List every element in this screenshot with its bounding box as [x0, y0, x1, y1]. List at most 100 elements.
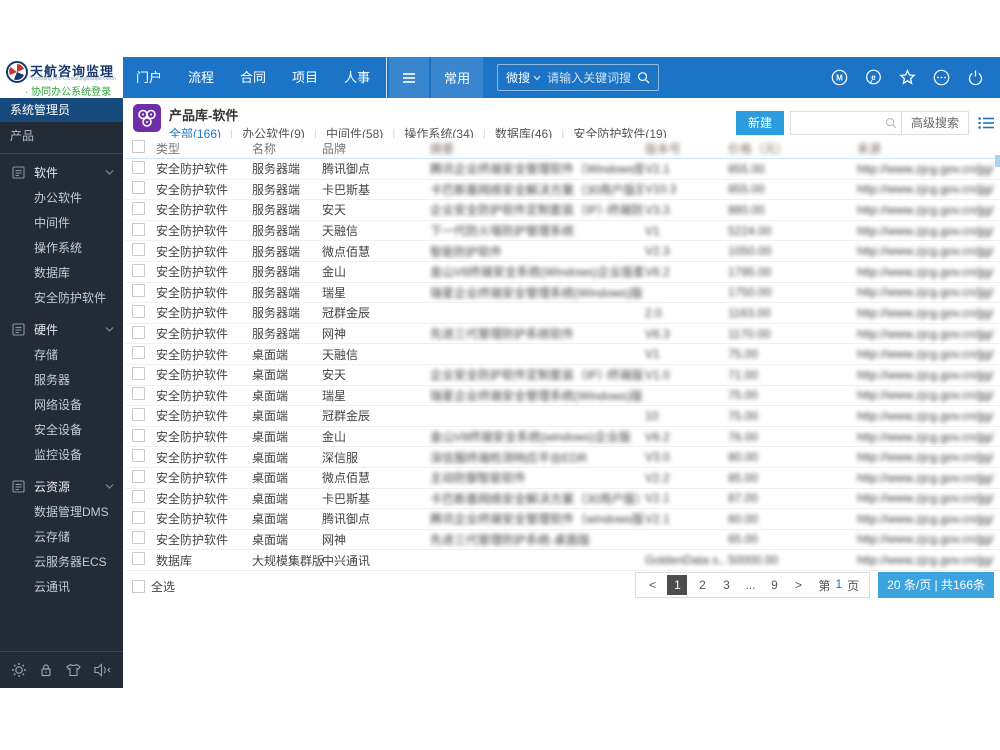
row-cell-5: V6.3 — [645, 326, 670, 341]
row-cell-4: 腾讯企业终端安全管理软件（windows版）V2.1版 — [430, 512, 643, 527]
row-cell-1: 安全防护软件 — [156, 327, 229, 342]
sidebar-section-1[interactable]: 硬件 — [0, 316, 123, 343]
row-cell-1: 安全防护软件 — [156, 450, 229, 465]
row-checkbox[interactable] — [132, 407, 145, 421]
row-checkbox[interactable] — [132, 346, 145, 360]
sidebar-divider — [0, 153, 123, 154]
speaker-icon[interactable] — [93, 662, 112, 678]
search-icon[interactable] — [637, 71, 650, 84]
page-1[interactable]: 1 — [667, 575, 688, 595]
row-checkbox[interactable] — [132, 160, 145, 174]
nav-item-3[interactable]: 项目 — [279, 57, 331, 98]
sidebar-item-product[interactable]: 产品 — [0, 122, 123, 151]
select-all-checkbox[interactable] — [132, 580, 145, 593]
sidebar: 系统管理员 产品 软件 办公软件 中间件 操作系统 数据库 安全防护软件 硬件 存储 服务器 网络… — [0, 98, 123, 688]
sidebar-item-1-2[interactable]: 网络设备 — [0, 393, 123, 418]
header-checkbox[interactable] — [132, 140, 145, 153]
scrollbar-thumb[interactable] — [995, 155, 1000, 167]
m-badge-icon[interactable]: M — [831, 69, 848, 86]
row-cell-7: http://www.zjcg.gov.cn/jjg/ — [857, 223, 994, 238]
sidebar-item-1-0[interactable]: 存储 — [0, 343, 123, 368]
table-row: 安全防护软件 桌面端 微点佰慧 主动防御智能软件 V2.2 85.00 http://www… — [125, 468, 1000, 489]
row-checkbox[interactable] — [132, 469, 145, 483]
row-cell-7: http://www.zjcg.gov.cn/jjg/ — [857, 408, 994, 423]
row-checkbox[interactable] — [132, 304, 145, 318]
table-search-icon[interactable] — [885, 117, 897, 129]
row-cell-1: 安全防护软件 — [156, 368, 229, 383]
row-cell-1: 安全防护软件 — [156, 162, 229, 177]
row-cell-4: 深信服终端检测响应平台EDR — [430, 450, 588, 465]
nav-item-1[interactable]: 流程 — [175, 57, 227, 98]
row-checkbox[interactable] — [132, 325, 145, 339]
page-9[interactable]: 9 — [768, 578, 780, 592]
table-search-input[interactable] — [790, 114, 885, 132]
sidebar-item-0-1[interactable]: 中间件 — [0, 211, 123, 236]
new-button[interactable]: 新建 — [735, 111, 784, 135]
row-checkbox[interactable] — [132, 366, 145, 380]
row-cell-2: 桌面端 — [252, 347, 289, 362]
sidebar-item-2-3[interactable]: 云通讯 — [0, 575, 123, 600]
row-cell-4: 主动防御智能软件 — [430, 471, 527, 486]
sidebar-item-0-3[interactable]: 数据库 — [0, 261, 123, 286]
page-prev[interactable]: < — [646, 578, 658, 592]
e-chat-icon[interactable]: e — [865, 69, 882, 86]
sidebar-item-2-1[interactable]: 云存储 — [0, 525, 123, 550]
sidebar-item-0-2[interactable]: 操作系统 — [0, 236, 123, 261]
row-checkbox[interactable] — [132, 263, 145, 277]
row-checkbox-cell — [125, 201, 151, 218]
theme-shirt-icon[interactable] — [65, 662, 82, 678]
row-checkbox[interactable] — [132, 284, 145, 298]
row-checkbox-cell — [125, 263, 151, 280]
list-view-icon[interactable] — [978, 116, 994, 130]
page-jump: 第1页 — [818, 577, 859, 594]
select-all[interactable]: 全选 — [132, 578, 175, 595]
sidebar-item-2-2[interactable]: 云服务器ECS — [0, 550, 123, 575]
sidebar-item-1-1[interactable]: 服务器 — [0, 368, 123, 393]
row-checkbox[interactable] — [132, 387, 145, 401]
sidebar-item-0-0[interactable]: 办公软件 — [0, 186, 123, 211]
sidebar-item-0-4[interactable]: 安全防护软件 — [0, 286, 123, 311]
nav-item-pinned[interactable]: 常用 — [431, 57, 484, 98]
row-cell-4: 金山V8终端安全系统(windows)企业版 — [430, 430, 631, 445]
row-checkbox[interactable] — [132, 243, 145, 257]
page-size-badge: 20 条/页 | 共166条 — [878, 572, 994, 598]
star-icon[interactable] — [899, 69, 916, 86]
advanced-search-button[interactable]: 高级搜索 — [900, 112, 968, 134]
nav-item-0[interactable]: 门户 — [123, 57, 175, 98]
table-row: 安全防护软件 服务器端 金山 金山V8终端安全系统(Windows)企业版套装 V6.2… — [125, 262, 1000, 283]
gear-icon[interactable] — [11, 662, 27, 678]
page-2[interactable]: 2 — [696, 578, 708, 592]
sidebar-sections: 软件 办公软件 中间件 操作系统 数据库 安全防护软件 硬件 存储 服务器 网络设备 安全设备 监控设… — [0, 159, 123, 600]
row-checkbox[interactable] — [132, 490, 145, 504]
row-checkbox-cell — [125, 407, 151, 424]
sidebar-item-1-3[interactable]: 安全设备 — [0, 418, 123, 443]
page-jump-number[interactable]: 1 — [835, 577, 842, 594]
row-cell-1: 安全防护软件 — [156, 203, 229, 218]
row-checkbox[interactable] — [132, 181, 145, 195]
row-checkbox[interactable] — [132, 428, 145, 442]
more-icon[interactable] — [933, 69, 950, 86]
sidebar-item-1-4[interactable]: 监控设备 — [0, 443, 123, 468]
row-checkbox[interactable] — [132, 201, 145, 215]
row-checkbox[interactable] — [132, 510, 145, 524]
global-search[interactable]: 微搜 请输入关键词搜 — [497, 64, 660, 91]
power-icon[interactable] — [967, 69, 984, 86]
page-3[interactable]: 3 — [720, 578, 732, 592]
row-checkbox[interactable] — [132, 531, 145, 545]
search-scope-dropdown[interactable]: 微搜 — [506, 69, 541, 86]
row-checkbox[interactable] — [132, 449, 145, 463]
table-footer: 全选 <1 2 3... 9 > 第 1 页 20 条/页 | 共166条 — [125, 572, 1000, 602]
lock-icon[interactable] — [38, 662, 54, 678]
page-next[interactable]: > — [792, 578, 804, 592]
nav-item-4[interactable]: 人事 — [331, 57, 383, 98]
nav-menu-button[interactable] — [389, 57, 430, 98]
row-checkbox[interactable] — [132, 552, 145, 566]
sidebar-section-0[interactable]: 软件 — [0, 159, 123, 186]
sidebar-section-2[interactable]: 云资源 — [0, 473, 123, 500]
row-checkbox[interactable] — [132, 222, 145, 236]
sidebar-item-2-0[interactable]: 数据管理DMS — [0, 500, 123, 525]
nav-item-2[interactable]: 合同 — [227, 57, 279, 98]
row-cell-1: 安全防护软件 — [156, 532, 229, 547]
table-row: 安全防护软件 桌面端 深信服 深信服终端检测响应平台EDR V3.0 80.00 http:… — [125, 447, 1000, 468]
row-cell-1: 安全防护软件 — [156, 409, 229, 424]
